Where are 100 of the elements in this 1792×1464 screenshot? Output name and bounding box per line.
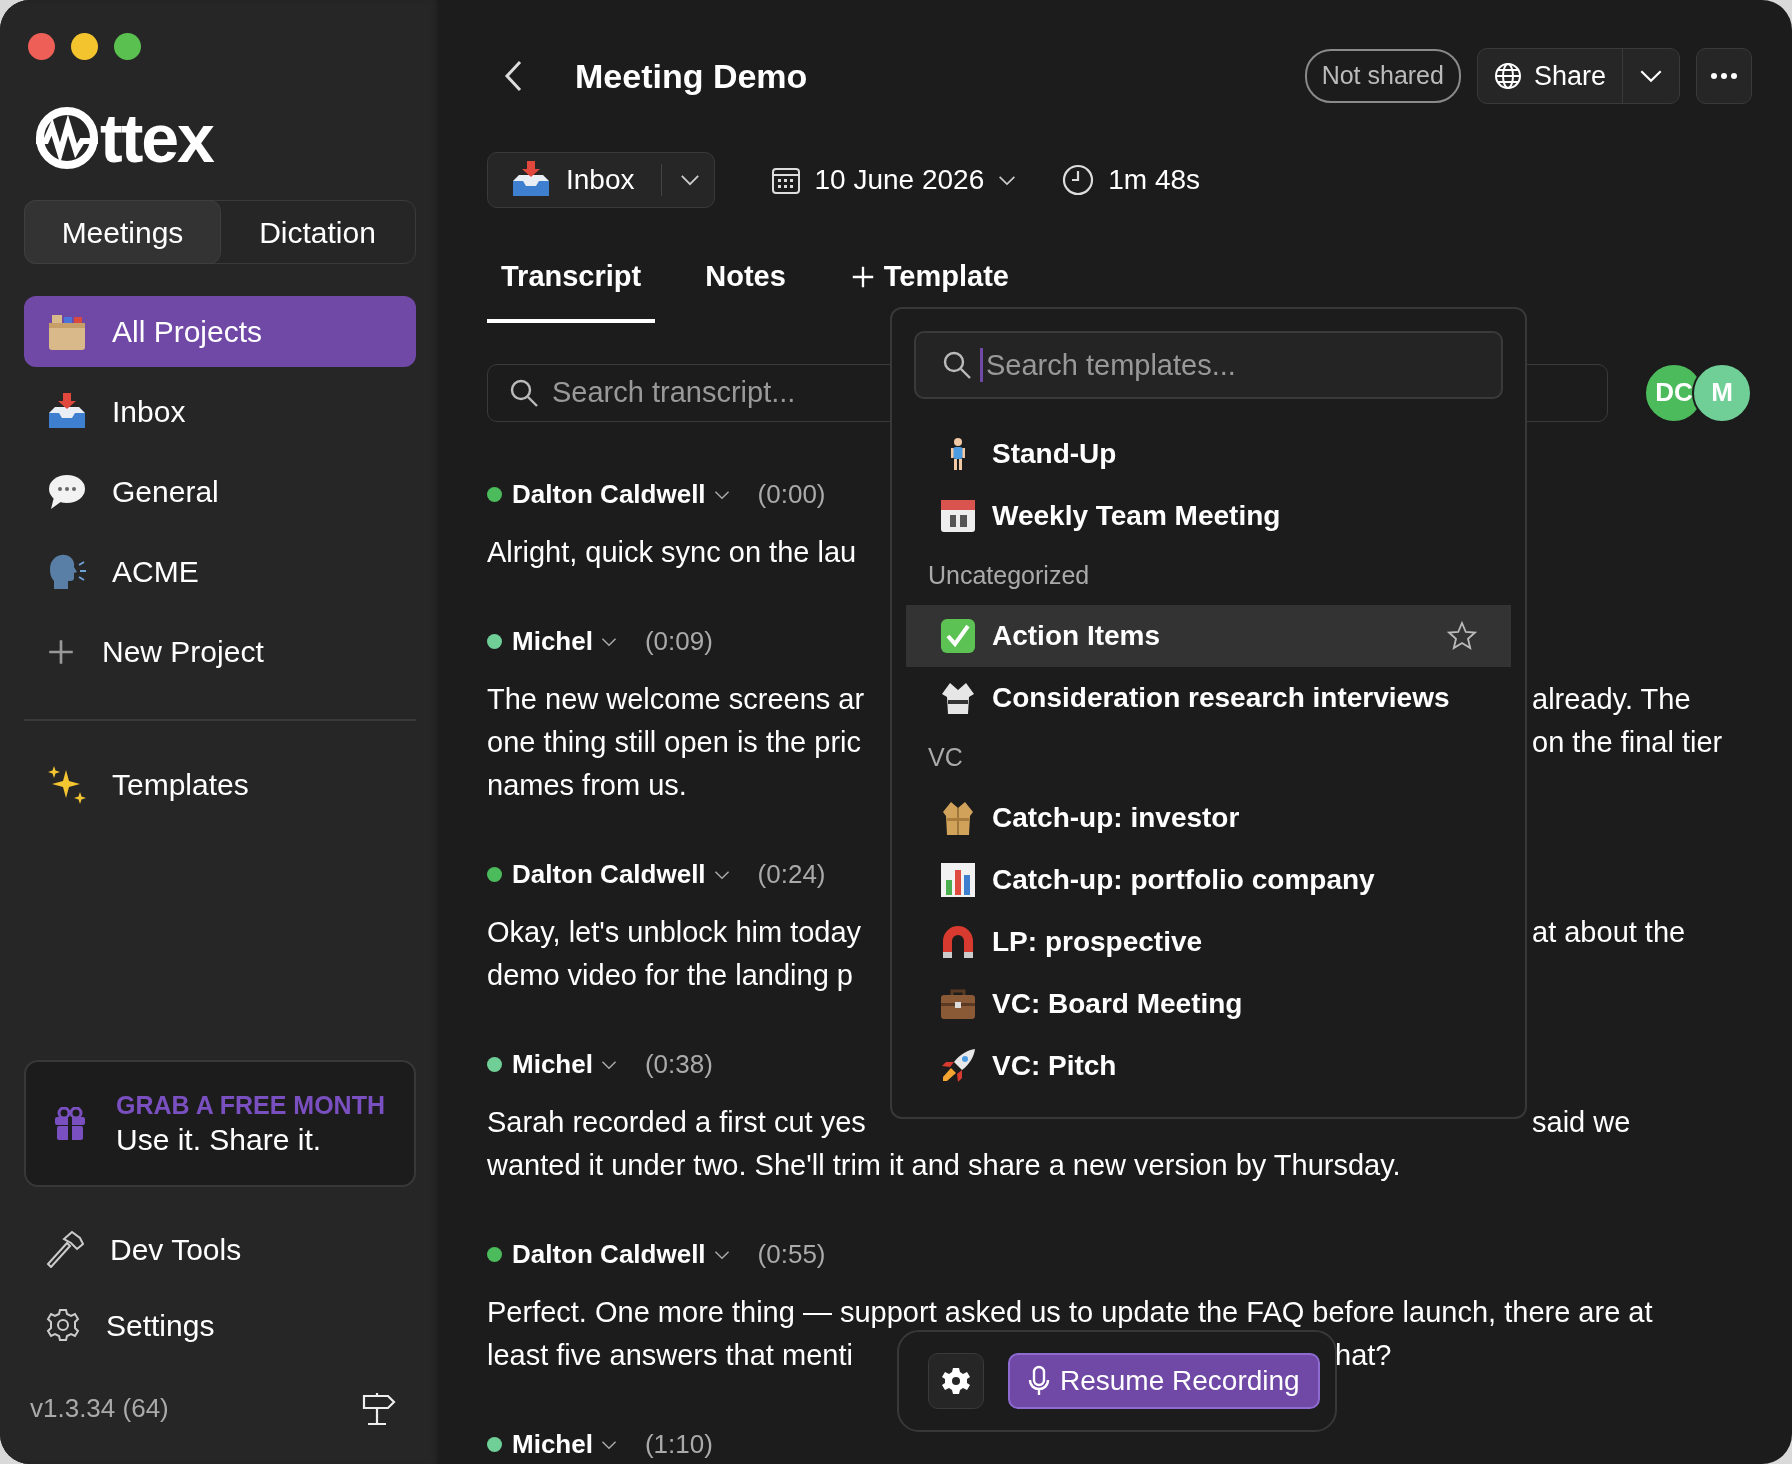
transcript-text: said we [1532, 1104, 1631, 1140]
group-heading: Uncategorized [927, 560, 1091, 592]
text-cursor [980, 348, 983, 382]
minimize-button[interactable] [71, 33, 98, 60]
transcript-text: hat? [1335, 1337, 1392, 1373]
wave-logo-icon [34, 105, 100, 171]
magnet-icon [940, 924, 976, 960]
gift-icon [54, 1106, 86, 1141]
version-text: v1.3.34 (64) [30, 1392, 169, 1425]
transcript-text: wanted it under two. She'll trim it and share a new version by Thursday. [487, 1147, 1401, 1183]
mode-tab[interactable]: Dictation [220, 201, 415, 263]
templates-item[interactable]: Templates [24, 749, 416, 820]
bar-chart-icon [940, 862, 976, 898]
hammer-icon [46, 1230, 84, 1268]
template-search-field[interactable]: Search templates... [914, 331, 1503, 399]
transcript-text: at about the [1532, 914, 1686, 950]
clock-icon [1062, 164, 1095, 196]
martial-arts-uniform-icon [940, 680, 976, 716]
settings-icon [942, 1367, 970, 1395]
chevron-down-icon [600, 636, 617, 647]
transcript-text: on the final tier [1532, 724, 1723, 760]
project-item[interactable]: ACME [24, 536, 416, 607]
globe-icon [1493, 62, 1522, 90]
timestamp: (1:10) [644, 1428, 713, 1461]
speaker-name[interactable]: Michel [512, 622, 617, 661]
footer-item[interactable]: Dev Tools [24, 1211, 416, 1287]
project-item[interactable]: All Projects [24, 296, 416, 367]
template-item[interactable]: Catch-up: portfolio company [906, 849, 1511, 911]
template-item[interactable]: Weekly Team Meeting [906, 485, 1511, 547]
promo-card[interactable]: GRAB A FREE MONTH Use it. Share it. [24, 1060, 416, 1187]
search-icon [942, 350, 972, 380]
chevron-down-icon [713, 1249, 730, 1260]
transcript-text: already. The [1532, 681, 1691, 717]
new-project-button[interactable]: New Project [24, 616, 416, 687]
tab[interactable]: Template [835, 247, 1023, 323]
participant-avatar: M [1692, 362, 1752, 423]
chevron-down-icon [713, 869, 730, 880]
transcript-text: Okay, let's unblock him today [487, 914, 862, 950]
project-item[interactable]: Inbox [24, 376, 416, 447]
chevron-down-icon [679, 174, 700, 186]
settings-icon [46, 1308, 80, 1342]
transcript-text: least five answers that menti [487, 1337, 853, 1373]
chevron-down-icon [600, 1439, 617, 1450]
calendar-page-icon [940, 498, 976, 534]
template-item[interactable]: Consideration research interviews [906, 667, 1511, 729]
zoom-button[interactable] [114, 33, 141, 60]
tab[interactable]: Transcript [487, 247, 656, 323]
chevron-down-icon [600, 1059, 617, 1070]
speaker-name[interactable]: Dalton Caldwell [512, 475, 730, 514]
transcript-text: Alright, quick sync on the lau [487, 534, 857, 570]
transcript-text: demo video for the landing p [487, 957, 853, 993]
timestamp: (0:38) [644, 1048, 713, 1081]
transcript-text: Sarah recorded a first cut yes [487, 1104, 866, 1140]
timestamp: (0:24) [757, 858, 826, 891]
duration-text: 1m 48s [1108, 163, 1201, 197]
speaker-name[interactable]: Michel [512, 1425, 617, 1464]
chevron-down-icon [998, 174, 1017, 186]
speaker-name[interactable]: Dalton Caldwell [512, 1235, 730, 1274]
coat-icon [940, 800, 976, 836]
speaker-name[interactable]: Michel [512, 1045, 617, 1084]
speaker-name[interactable]: Dalton Caldwell [512, 855, 730, 894]
chevron-down-icon [713, 489, 730, 500]
microphone-icon [1028, 1365, 1050, 1397]
rocket-icon [940, 1048, 976, 1084]
template-item[interactable]: Catch-up: investor [906, 787, 1511, 849]
mode-tab[interactable]: Meetings [25, 201, 220, 263]
group-heading: VC [927, 742, 964, 774]
template-item[interactable]: LP: prospective [906, 911, 1511, 973]
meeting-title: Meeting Demo [575, 55, 808, 97]
template-item[interactable]: Stand-Up [906, 423, 1511, 485]
tab[interactable]: Notes [691, 247, 800, 323]
project-dropdown[interactable]: Inbox [487, 152, 715, 208]
transcript-text: Perfect. One more thing — support asked us to update the FAQ before launch, there are at [487, 1294, 1653, 1330]
calendar-icon [770, 165, 801, 195]
chevron-down-icon [1639, 69, 1663, 83]
star-icon [1447, 621, 1477, 651]
close-button[interactable] [28, 33, 55, 60]
transcript-text: The new welcome screens ar [487, 681, 865, 717]
search-icon [509, 377, 539, 408]
template-item[interactable]: Action Items [906, 605, 1511, 667]
more-button[interactable] [1696, 48, 1752, 104]
resume-recording-button[interactable]: Resume Recording [1008, 1353, 1320, 1409]
signpost-icon[interactable] [362, 1391, 396, 1426]
settings-button[interactable] [928, 1353, 984, 1409]
timestamp: (0:00) [757, 478, 826, 511]
back-icon [503, 59, 523, 93]
timestamp: (0:09) [644, 625, 713, 658]
template-item[interactable]: VC: Board Meeting [906, 973, 1511, 1035]
check-mark-icon [940, 618, 976, 654]
footer-item[interactable]: Settings [24, 1287, 416, 1363]
timestamp: (0:55) [757, 1238, 826, 1271]
share-status-badge: Not shared [1304, 49, 1461, 103]
promo-subtitle: Use it. Share it. [116, 1121, 323, 1158]
date-picker[interactable]: 10 June 2026 [770, 159, 1017, 201]
template-item[interactable]: VC: Pitch [906, 1035, 1511, 1097]
more-icon [1711, 73, 1737, 79]
logo-text: ttex [100, 104, 213, 172]
project-item[interactable]: General [24, 456, 416, 527]
back-button[interactable] [503, 59, 523, 93]
transcript-text: names from us. [487, 767, 687, 803]
